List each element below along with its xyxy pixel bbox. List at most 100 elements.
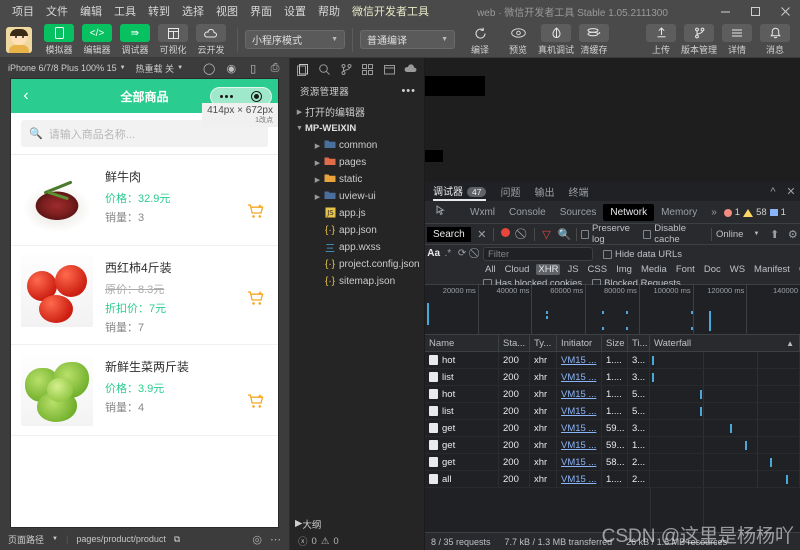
table-row[interactable]: list 200 xhr VM15 ... 1.... 3... xyxy=(425,369,800,386)
col-header-time[interactable]: Ti... xyxy=(628,335,650,351)
eye-icon[interactable]: ◎ xyxy=(252,533,262,546)
refresh-icon[interactable]: ◯ xyxy=(203,62,215,75)
table-row[interactable]: list 200 xhr VM15 ... 1.... 5... xyxy=(425,403,800,420)
table-row[interactable]: get 200 xhr VM15 ... 59... 1... xyxy=(425,437,800,454)
tab-memory[interactable]: Memory xyxy=(654,204,704,221)
close-icon[interactable] xyxy=(770,0,800,22)
tree-file-app-json[interactable]: {·} app.json xyxy=(290,222,424,239)
cloud-dev-button[interactable]: 云开发 xyxy=(192,23,230,56)
request-initiator[interactable]: VM15 ... xyxy=(557,454,602,470)
open-editors-row[interactable]: ▶ 打开的编辑器 xyxy=(290,103,424,120)
menu-item-view[interactable]: 视图 xyxy=(210,1,244,21)
col-header-size[interactable]: Size xyxy=(602,335,628,351)
filter-icon[interactable]: ▽ xyxy=(539,228,553,241)
clear-cache-button[interactable]: 清缓存 xyxy=(575,23,613,56)
avatar[interactable] xyxy=(6,26,32,53)
compile-button[interactable]: 编译 xyxy=(461,23,499,56)
cart-icon[interactable] xyxy=(247,291,264,310)
editor-button[interactable]: </> 编辑器 xyxy=(78,23,116,56)
col-header-waterfall[interactable]: Waterfall ▲ xyxy=(650,335,800,351)
tree-file-app-wxss[interactable]: 三 app.wxss xyxy=(290,239,424,256)
compile-select[interactable]: 普通编译 ▼ xyxy=(360,30,455,49)
tree-folder-pages[interactable]: ▶ pages xyxy=(290,154,424,171)
throttling-select[interactable]: Online ▼ xyxy=(716,229,759,240)
tab-network[interactable]: Network xyxy=(603,204,655,221)
tree-folder-uview-ui[interactable]: ▶ uview-ui xyxy=(290,188,424,205)
filter-input[interactable]: Filter xyxy=(483,247,593,261)
table-row[interactable]: all 200 xhr VM15 ... 1.... 2... xyxy=(425,471,800,488)
menu-item-devtools[interactable]: 微信开发者工具 xyxy=(346,1,435,21)
col-header-status[interactable]: Sta... xyxy=(499,335,530,351)
code-editor-area[interactable] xyxy=(425,58,800,182)
request-initiator[interactable]: VM15 ... xyxy=(557,352,602,368)
extensions-icon[interactable] xyxy=(357,59,379,79)
menu-item-project[interactable]: 项目 xyxy=(6,1,40,21)
regex-icon[interactable]: .* xyxy=(441,248,454,259)
tab-console[interactable]: Console xyxy=(502,204,553,221)
filter-type-doc[interactable]: Doc xyxy=(702,264,723,275)
reload-icon[interactable]: ⟳ xyxy=(456,248,469,259)
search-chip[interactable]: Search xyxy=(427,226,471,242)
debug-icon[interactable] xyxy=(379,59,401,79)
device-select[interactable]: iPhone 6/7/8 Plus 100% 15 ▼ xyxy=(8,63,126,73)
hot-reload-select[interactable]: 热重载 关 ▼ xyxy=(136,62,183,75)
font-size-icon[interactable]: Aa xyxy=(427,248,440,259)
search-icon[interactable] xyxy=(314,59,336,79)
hide-data-urls-checkbox[interactable]: Hide data URLs xyxy=(603,249,682,260)
record-icon[interactable] xyxy=(498,228,512,240)
filter-type-ws[interactable]: WS xyxy=(728,264,747,275)
issue-counts[interactable]: 1 58 1 xyxy=(723,207,786,218)
version-control-button[interactable]: 版本管理 xyxy=(680,23,718,56)
tab-wxml[interactable]: Wxml xyxy=(463,204,502,221)
tab-debugger[interactable]: 调试器 47 xyxy=(433,183,487,201)
maximize-icon[interactable] xyxy=(740,0,770,22)
error-icon[interactable]: ⓧ xyxy=(298,534,308,548)
close-capsule-icon[interactable] xyxy=(251,91,262,102)
col-header-initiator[interactable]: Initiator xyxy=(557,335,602,351)
clear-icon[interactable]: ⃠ xyxy=(516,228,530,241)
filter-type-font[interactable]: Font xyxy=(674,264,697,275)
screenshot-icon[interactable]: ⎙ xyxy=(269,62,281,75)
menu-item-file[interactable]: 文件 xyxy=(40,1,74,21)
network-timeline[interactable]: 20000 ms 40000 ms 60000 ms 80000 ms 1000… xyxy=(425,285,800,335)
menu-item-settings[interactable]: 设置 xyxy=(278,1,312,21)
collapse-icon[interactable]: ^ xyxy=(764,186,782,198)
simulator-button[interactable]: 模拟器 xyxy=(40,23,78,56)
back-icon[interactable]: ‹ xyxy=(11,88,41,104)
chevron-down-icon[interactable]: ▼ xyxy=(52,536,58,542)
device-debug-button[interactable]: 真机调试 xyxy=(537,23,575,56)
record-icon[interactable]: ◉ xyxy=(225,62,237,75)
preserve-log-checkbox[interactable]: Preserve log xyxy=(580,223,639,245)
menu-item-interface[interactable]: 界面 xyxy=(244,1,278,21)
tree-file-project-config[interactable]: {·} project.config.json xyxy=(290,256,424,273)
warning-icon[interactable]: ⚠ xyxy=(321,536,330,547)
files-icon[interactable] xyxy=(292,59,314,79)
source-control-icon[interactable] xyxy=(335,59,357,79)
cart-icon[interactable] xyxy=(247,204,264,223)
table-row[interactable]: hot 200 xhr VM15 ... 1.... 3... xyxy=(425,352,800,369)
copy-icon[interactable]: ⧉ xyxy=(174,534,180,545)
menu-item-select[interactable]: 选择 xyxy=(176,1,210,21)
tab-overflow[interactable]: » xyxy=(704,204,724,221)
filter-type-css[interactable]: CSS xyxy=(586,264,610,275)
filter-type-js[interactable]: JS xyxy=(565,264,580,275)
debugger-button[interactable]: ⇛ 调试器 xyxy=(116,23,154,56)
cloud-icon[interactable] xyxy=(400,59,422,79)
outline-section[interactable]: ▶ 大纲 xyxy=(290,515,424,532)
project-root-row[interactable]: ▼ MP-WEIXIN xyxy=(290,120,424,137)
menu-item-edit[interactable]: 编辑 xyxy=(74,1,108,21)
rotate-icon[interactable]: ▯ xyxy=(247,62,259,75)
menu-item-help[interactable]: 帮助 xyxy=(312,1,346,21)
filter-type-img[interactable]: Img xyxy=(614,264,634,275)
import-icon[interactable]: ⬆ xyxy=(767,228,781,241)
tree-folder-static[interactable]: ▶ static xyxy=(290,171,424,188)
message-button[interactable]: 消息 xyxy=(756,23,794,56)
gear-icon[interactable]: ⚙ xyxy=(786,228,800,241)
col-header-type[interactable]: Ty... xyxy=(530,335,557,351)
table-row[interactable]: get 200 xhr VM15 ... 59... 3... xyxy=(425,420,800,437)
mode-select[interactable]: 小程序模式 ▼ xyxy=(245,30,345,49)
list-item[interactable]: 西红柿4斤装 原价：8.3元 折扣价：7元 销量：7 xyxy=(11,246,278,345)
request-initiator[interactable]: VM15 ... xyxy=(557,403,602,419)
list-item[interactable]: 鲜牛肉 价格：32.9元 销量：3 xyxy=(11,155,278,246)
more-icon[interactable]: ••• xyxy=(401,85,416,97)
